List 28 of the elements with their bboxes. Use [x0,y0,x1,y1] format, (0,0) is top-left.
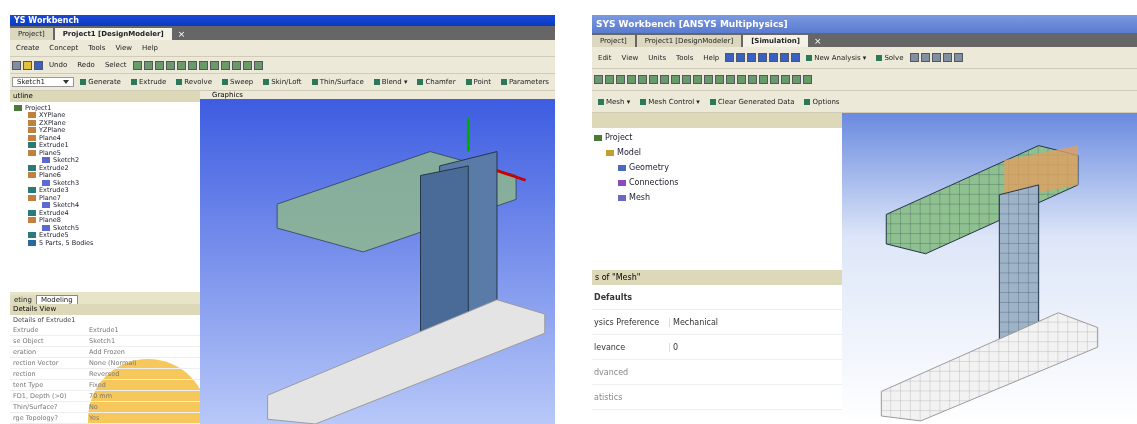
tree-node-icon [606,149,614,156]
tree-node-icon [42,224,50,231]
tree-item[interactable]: Project [605,133,633,142]
tree-node-icon [618,179,626,186]
property-value: Mechanical [672,317,718,327]
close-tab-button[interactable]: × [809,35,826,47]
property-name: levance [592,342,670,352]
property-name: dvanced [593,367,630,377]
tree-item[interactable]: Connections [629,178,679,187]
tree-node-icon [594,134,602,141]
tree-item[interactable]: Model [617,148,642,157]
tree-node-icon [618,164,626,171]
property-value: 0 [672,342,679,352]
tree-node-icon [14,104,22,111]
caret-icon [63,80,70,84]
tree-node-icon [42,157,50,164]
window-title: SYS Workbench [ANSYS Multiphysics] [592,15,1137,33]
property-name: Defaults [593,292,633,302]
property-name: ysics Preference [592,317,670,327]
tree-node-icon [618,194,626,201]
tree-node-icon [42,179,50,186]
panel-header: s of "Mesh" [592,270,842,285]
tree-item[interactable]: Geometry [629,163,669,172]
window-title: YS Workbench [10,15,555,26]
tree-node-icon [42,202,50,209]
close-tab-button[interactable]: × [173,28,190,40]
tree-item[interactable]: Mesh [629,193,651,202]
property-name: atistics [593,392,624,402]
